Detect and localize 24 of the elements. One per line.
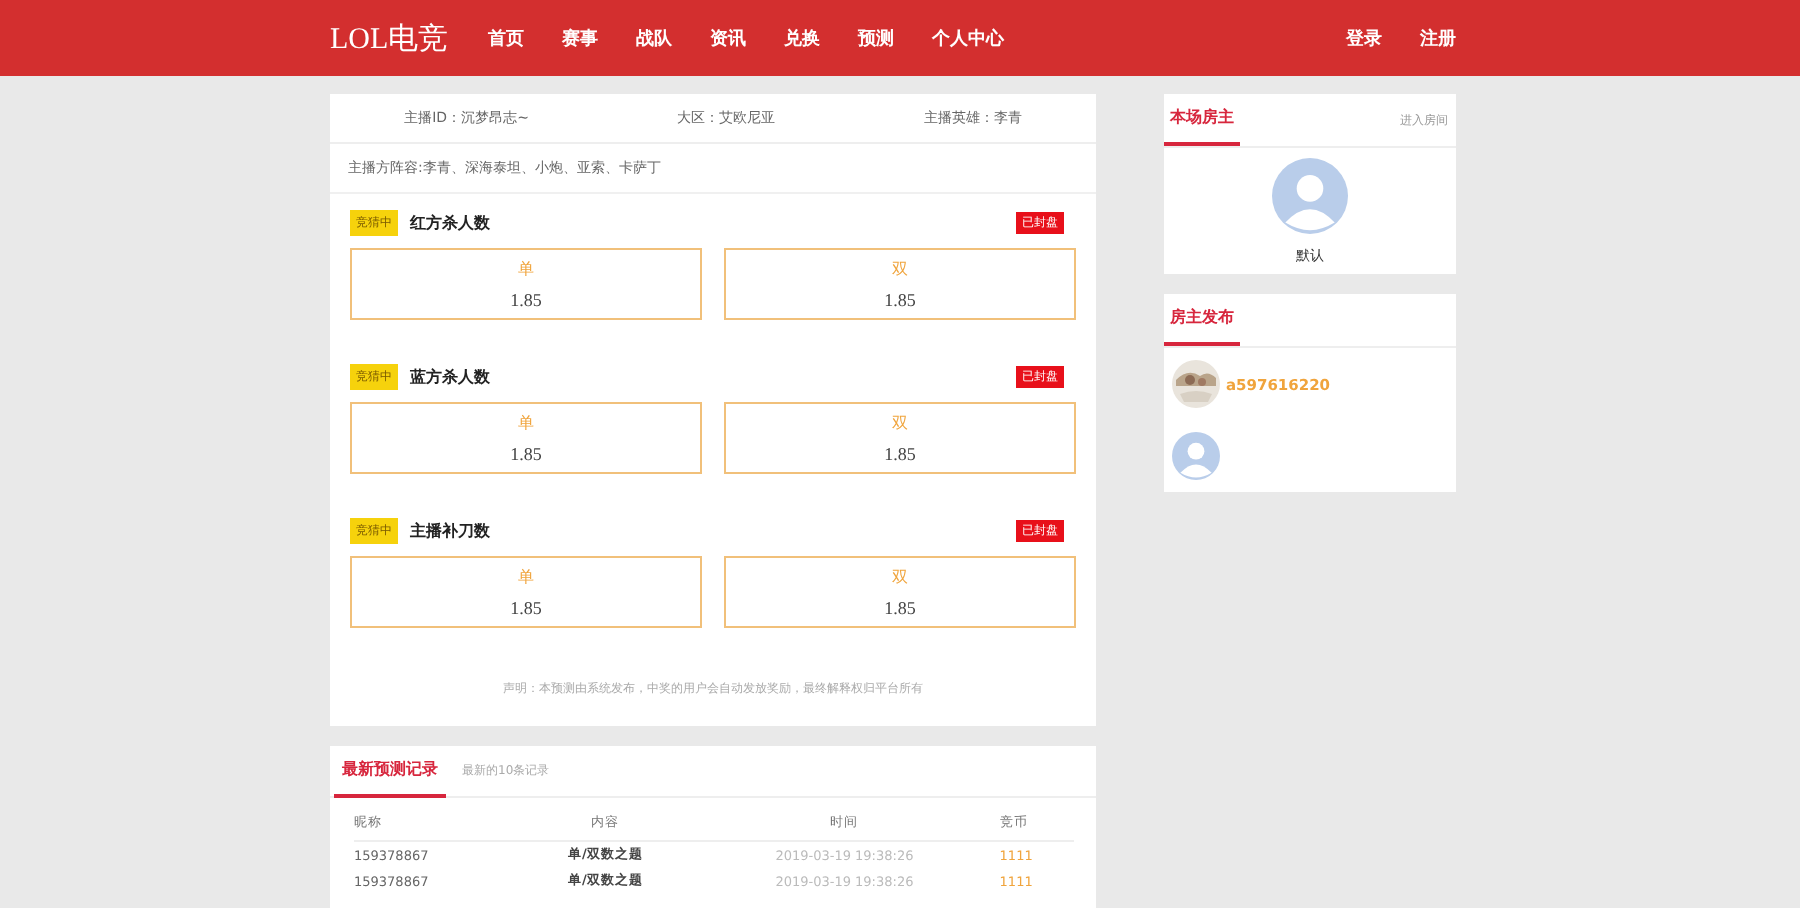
nav-link[interactable]: 战队 (636, 21, 673, 55)
nav-link[interactable]: 个人中心 (932, 21, 1005, 55)
nav-link[interactable]: 预测 (858, 21, 895, 55)
records-tab[interactable]: 最新预测记录 (334, 745, 446, 797)
bet-option[interactable]: 单 1.85 (350, 248, 702, 320)
auth-link[interactable]: 注册 (1420, 21, 1456, 55)
nav-link[interactable]: 兑换 (784, 21, 821, 55)
site-logo[interactable]: LOL电竞 (330, 19, 449, 57)
bet-option[interactable]: 双 1.85 (724, 556, 1076, 628)
question-title: 主播补刀数 (410, 519, 490, 541)
bet-option[interactable]: 双 1.85 (724, 248, 1076, 320)
host-tab[interactable]: 本场房主 (1164, 94, 1240, 146)
auth-link[interactable]: 登录 (1346, 21, 1382, 55)
nav-link[interactable]: 资讯 (710, 21, 747, 55)
bet-option[interactable]: 单 1.85 (350, 556, 702, 628)
question-title: 红方杀人数 (410, 211, 490, 233)
nav-link[interactable]: 首页 (488, 21, 525, 55)
bet-option[interactable]: 双 1.85 (724, 402, 1076, 474)
posts-tab[interactable]: 房主发布 (1164, 294, 1240, 346)
avatar-icon (1272, 158, 1348, 234)
nav-link[interactable]: 赛事 (562, 21, 599, 55)
avatar-icon (1172, 432, 1220, 480)
bet-option[interactable]: 单 1.85 (350, 402, 702, 474)
question-title: 蓝方杀人数 (410, 365, 490, 387)
